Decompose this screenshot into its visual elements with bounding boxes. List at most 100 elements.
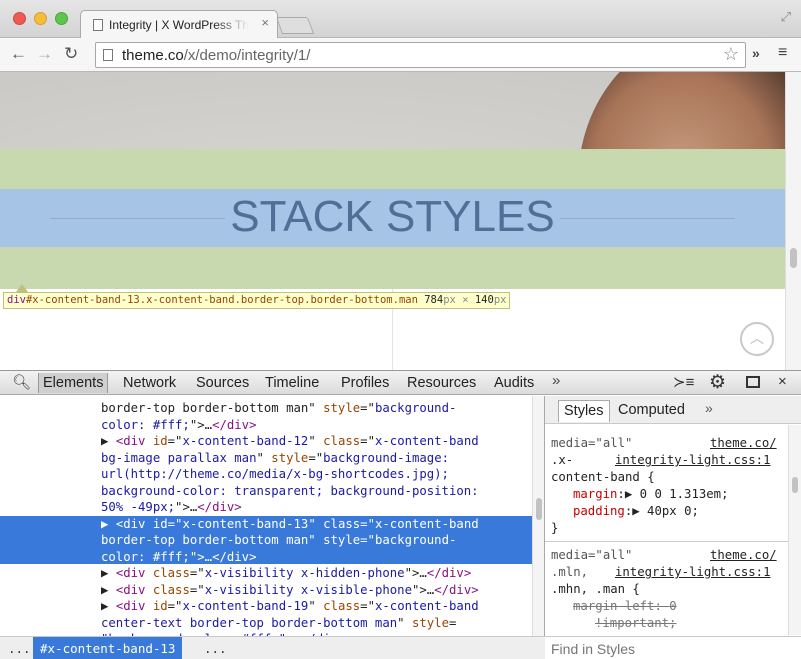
property-name: margin-left: [573, 599, 655, 613]
new-tab-button[interactable]: [275, 17, 315, 34]
page-viewport: STACK STYLES ︿ div#x-content-band-13.x-c…: [0, 72, 801, 370]
tab-resources[interactable]: Resources: [403, 373, 480, 393]
bookmark-star-icon[interactable]: ☆: [723, 44, 739, 65]
dom-tree-line[interactable]: ▶ <div class="x-visibility x-visible-pho…: [101, 582, 479, 599]
rule2-source-link[interactable]: theme.co/: [710, 547, 777, 564]
tab-profiles[interactable]: Profiles: [337, 373, 393, 393]
more-tabs-icon[interactable]: »: [552, 372, 560, 389]
find-in-styles-bar: [545, 636, 801, 659]
dom-tree-line[interactable]: bg-image parallax man" style="background…: [101, 450, 449, 467]
minimize-window-button[interactable]: [34, 12, 47, 25]
breadcrumb-next[interactable]: ...: [204, 641, 227, 656]
browser-window: Integrity | X WordPress Theme × ⤢ ← → ↻ …: [0, 0, 801, 659]
dock-side-icon[interactable]: [746, 376, 760, 388]
url-path: /x/demo/integrity/1/: [183, 47, 311, 64]
devtools-panel: 🔍︎ Elements Network Sources Timeline Pro…: [0, 370, 801, 659]
rule-separator: [545, 541, 788, 542]
page-icon: [103, 49, 113, 61]
rule1-source-file[interactable]: integrity-light.css:1: [615, 452, 770, 469]
address-bar[interactable]: theme.co/x/demo/integrity/1/ ☆: [95, 42, 746, 68]
tab-audits[interactable]: Audits: [490, 373, 538, 393]
rule1-source-link[interactable]: theme.co/: [710, 435, 777, 452]
tab-title: Integrity | X WordPress Theme: [109, 18, 249, 32]
tab-computed[interactable]: Computed: [613, 400, 690, 422]
elements-scrollbar[interactable]: [532, 396, 544, 636]
dom-tree-line[interactable]: 50% -49px;">…</div>: [101, 499, 242, 516]
rule1-property-padding[interactable]: padding:▶ 40px 0;: [573, 503, 699, 520]
property-value: 0 0 1.313em;: [639, 487, 729, 501]
maximize-window-button[interactable]: [55, 12, 68, 25]
page-scrollbar-thumb[interactable]: [790, 248, 797, 268]
rule2-media: media="all": [551, 548, 633, 562]
tooltip-selector: #x-content-band-13.x-content-band.border…: [25, 294, 418, 306]
more-sidebar-tabs-icon[interactable]: »: [705, 400, 713, 416]
browser-toolbar: ← → ↻ theme.co/x/demo/integrity/1/ ☆ » ≡: [0, 38, 801, 72]
dom-tree-line[interactable]: border-top border-bottom man" style="bac…: [101, 532, 456, 549]
breadcrumb-prev[interactable]: ...: [8, 641, 31, 656]
show-drawer-icon[interactable]: ≻≡: [673, 373, 694, 391]
url-text[interactable]: theme.co/x/demo/integrity/1/: [122, 47, 310, 64]
dom-tree-line[interactable]: color: #fff;">…</div>: [101, 549, 256, 566]
forward-arrow-icon[interactable]: →: [36, 44, 53, 64]
extensions-overflow-icon[interactable]: »: [752, 45, 760, 61]
tab-styles[interactable]: Styles: [558, 400, 610, 422]
rule1-media: media="all": [551, 436, 633, 450]
url-domain: theme.co: [122, 47, 184, 64]
tooltip-times: ×: [462, 294, 469, 306]
element-inspect-tooltip: div#x-content-band-13.x-content-band.bor…: [3, 292, 511, 309]
page-favicon-icon: [93, 19, 103, 31]
breadcrumb: ... #x-content-band-13 ...: [0, 636, 545, 659]
dom-tree-line[interactable]: background-color: transparent; backgroun…: [101, 483, 479, 500]
breadcrumb-current[interactable]: #x-content-band-13: [33, 637, 183, 659]
tab-sources[interactable]: Sources: [192, 373, 253, 393]
rule1-selector-part1: .x-: [551, 453, 574, 467]
settings-gear-icon[interactable]: ⚙: [709, 371, 726, 394]
property-name: margin: [573, 487, 618, 501]
back-arrow-icon[interactable]: ←: [10, 44, 27, 64]
tab-timeline[interactable]: Timeline: [261, 373, 323, 393]
page-scrollbar[interactable]: [785, 72, 801, 370]
inspect-element-search-icon[interactable]: 🔍︎: [12, 373, 31, 391]
rule2-selector-part2: .mhn, .man {: [551, 582, 640, 596]
tab-close-icon[interactable]: ×: [261, 15, 269, 30]
band-title: STACK STYLES: [230, 192, 555, 241]
tooltip-height: 140: [474, 294, 494, 306]
property-value: 40px 0;: [647, 504, 699, 518]
tab-network[interactable]: Network: [119, 373, 180, 393]
elements-scrollbar-thumb[interactable]: [536, 498, 542, 520]
tab-elements[interactable]: Elements: [38, 373, 109, 393]
dom-tree-line[interactable]: ▶ <div id="x-content-band-12" class="x-c…: [101, 433, 479, 450]
tooltip-height-unit: px: [493, 294, 507, 306]
close-window-button[interactable]: [13, 12, 26, 25]
rule1-selector-part2: content-band {: [551, 470, 655, 484]
dom-tree-line[interactable]: center-text border-top border-bottom man…: [101, 615, 456, 632]
fullscreen-icon[interactable]: ⤢: [781, 9, 791, 25]
find-in-styles-input[interactable]: [551, 640, 791, 658]
rule2-source-file[interactable]: integrity-light.css:1: [615, 564, 770, 581]
styles-scrollbar[interactable]: [788, 425, 801, 635]
scroll-top-button[interactable]: ︿: [740, 322, 774, 356]
dom-tree-line[interactable]: ▶ <div id="x-content-band-19" class="x-c…: [101, 598, 479, 615]
property-name: padding: [573, 504, 625, 518]
rule2-property-margin-left[interactable]: margin-left: 0: [573, 598, 677, 615]
rule1-property-margin[interactable]: margin:▶ 0 0 1.313em;: [573, 486, 728, 503]
rule2-property-important: !important;: [595, 616, 677, 630]
browser-menu-icon[interactable]: ≡: [778, 44, 787, 62]
dom-tree-line[interactable]: color: #fff;">…</div>: [101, 417, 256, 434]
browser-tab[interactable]: Integrity | X WordPress Theme ×: [80, 10, 278, 39]
title-bar: Integrity | X WordPress Theme × ⤢: [0, 0, 801, 39]
reload-icon[interactable]: ↻: [64, 44, 78, 64]
styles-scrollbar-thumb[interactable]: [792, 477, 798, 493]
dom-tree-line[interactable]: url(http://theme.co/media/x-bg-shortcode…: [101, 466, 449, 483]
rule2-selector-part1: .mln,: [551, 565, 589, 579]
tooltip-width: 784: [424, 294, 444, 306]
tooltip-width-unit: px: [443, 294, 456, 306]
dom-tree-line[interactable]: ▶ <div class="x-visibility x-hidden-phon…: [101, 565, 471, 582]
elements-tree[interactable]: border-top border-bottom man" style="bac…: [0, 396, 532, 636]
close-devtools-icon[interactable]: ×: [778, 373, 787, 390]
dom-tree-line[interactable]: ▶ <div id="x-content-band-13" class="x-c…: [101, 516, 479, 533]
styles-pane: media="all" theme.co/ .x- integrity-ligh…: [545, 425, 788, 635]
dom-tree-line[interactable]: border-top border-bottom man" style="bac…: [101, 400, 456, 417]
sidebar-tabs: Styles Computed »: [545, 396, 801, 424]
tooltip-tag: div: [7, 294, 26, 306]
